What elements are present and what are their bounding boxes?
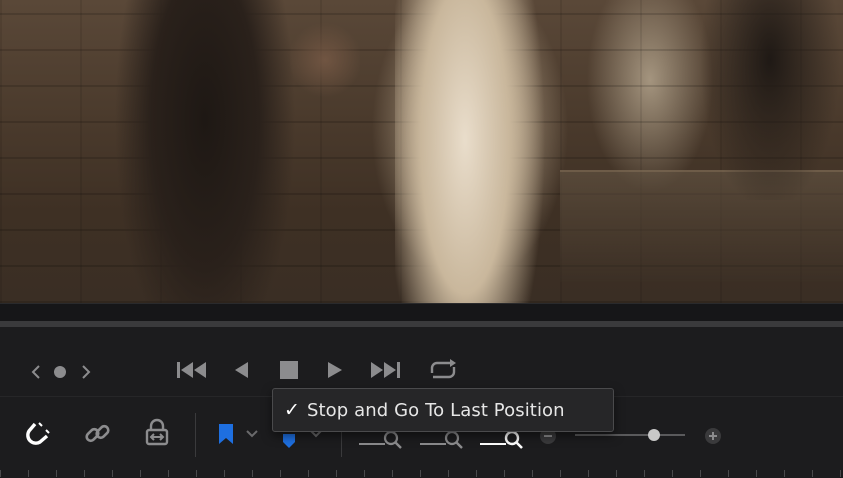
- play-reverse-icon[interactable]: [230, 358, 252, 382]
- loop-options-menu: ✓ Stop and Go To Last Position: [272, 388, 614, 432]
- flag-icon[interactable]: [215, 421, 237, 447]
- timeline-ruler: [0, 470, 843, 477]
- snapping-magnet-icon[interactable]: [24, 419, 56, 449]
- linked-selection-icon[interactable]: [83, 419, 113, 449]
- loop-icon[interactable]: [425, 357, 461, 383]
- go-to-end-icon[interactable]: [368, 358, 402, 382]
- checkmark-icon: ✓: [284, 399, 300, 421]
- position-lock-icon[interactable]: [142, 417, 172, 449]
- viewer-scrubber-bar[interactable]: [0, 321, 843, 327]
- menu-item-label: Stop and Go To Last Position: [307, 399, 565, 421]
- jog-dot-icon[interactable]: [52, 364, 68, 380]
- stop-icon[interactable]: [277, 358, 301, 382]
- zoom-in-icon[interactable]: [704, 427, 722, 445]
- go-to-start-icon[interactable]: [175, 358, 209, 382]
- zoom-slider-track[interactable]: [575, 434, 685, 436]
- jog-next-icon[interactable]: [76, 360, 96, 384]
- toolbar-divider: [195, 413, 196, 457]
- flag-dropdown-chevron-icon[interactable]: [242, 425, 262, 443]
- menu-item-stop-and-go-to-last-position[interactable]: ✓ Stop and Go To Last Position: [277, 393, 609, 427]
- video-figure-dress: [395, 0, 555, 303]
- jog-prev-icon[interactable]: [26, 360, 46, 384]
- video-figure-dark: [110, 0, 300, 303]
- zoom-slider-knob[interactable]: [648, 429, 661, 441]
- marker-icon[interactable]: [279, 429, 299, 453]
- video-hand: [290, 20, 360, 100]
- video-viewer: [0, 0, 843, 303]
- video-figure-right: [690, 0, 843, 200]
- play-icon[interactable]: [324, 358, 346, 382]
